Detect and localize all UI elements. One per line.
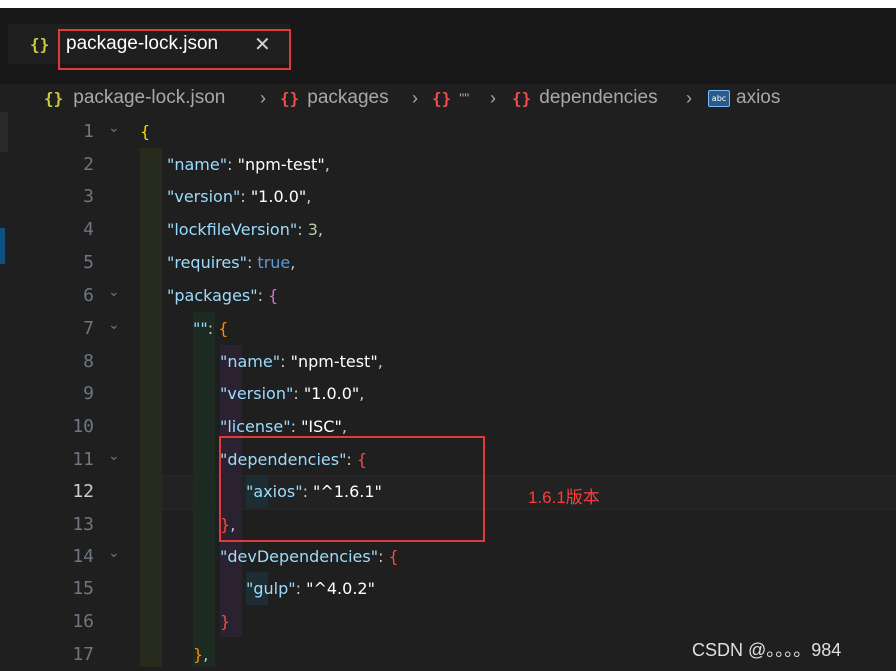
line-number: 10 (72, 416, 94, 437)
code-line-4[interactable]: "lockfileVersion": 3, (167, 213, 323, 246)
code-line-5[interactable]: "requires": true, (167, 246, 295, 279)
line-number: 11 (72, 449, 94, 470)
line-number: 12 (72, 481, 94, 502)
json-file-icon: {} (44, 88, 64, 108)
line-number: 5 (83, 252, 94, 273)
line-number: 9 (83, 383, 94, 404)
line-number: 8 (83, 351, 94, 372)
code-line-10[interactable]: "license": "ISC", (220, 410, 347, 443)
line-number: 15 (72, 578, 94, 599)
code-line-6[interactable]: "packages": { (167, 279, 278, 312)
line-number: 14 (72, 546, 94, 567)
breadcrumb-item-axios[interactable]: abc axios (708, 84, 780, 112)
json-file-icon: {} (30, 34, 50, 54)
string-icon: abc (708, 89, 730, 107)
breadcrumb-item-dependencies[interactable]: {} dependencies (512, 84, 658, 112)
code-line-15[interactable]: "gulp": "^4.0.2" (246, 572, 375, 605)
code-line-7[interactable]: "": { (193, 312, 228, 345)
indent-guide (193, 312, 215, 667)
object-icon: {} (432, 88, 452, 108)
version-annotation: 1.6.1版本 (528, 488, 600, 507)
code-line-11[interactable]: "dependencies": { (220, 443, 367, 476)
chevron-right-icon: › (686, 87, 692, 108)
line-number: 3 (83, 186, 94, 207)
close-icon[interactable]: ✕ (254, 24, 271, 64)
watermark: CSDN @。。。。984 (692, 640, 842, 660)
line-number: 16 (72, 611, 94, 632)
breadcrumb-item-empty-key[interactable]: {} "" (432, 84, 469, 112)
breadcrumb: {} package-lock.json › {} packages › {} … (0, 84, 896, 112)
breadcrumb-item-packages[interactable]: {} packages (280, 84, 389, 112)
window-top-strip (0, 0, 896, 8)
breadcrumb-label: packages (307, 87, 389, 108)
code-line-14[interactable]: "devDependencies": { (220, 540, 399, 573)
chevron-down-icon[interactable]: ⌄ (108, 276, 132, 309)
code-line-16[interactable]: } (220, 605, 230, 638)
line-number: 4 (83, 219, 94, 240)
scroll-marker (0, 112, 8, 152)
code-line-17[interactable]: }, (193, 638, 208, 671)
line-number: 1 (83, 121, 94, 142)
code-editor[interactable] (0, 112, 896, 667)
code-line-9[interactable]: "version": "1.0.0", (220, 377, 364, 410)
code-line-8[interactable]: "name": "npm-test", (220, 345, 383, 378)
chevron-down-icon[interactable]: ⌄ (108, 537, 132, 570)
scroll-marker (0, 228, 5, 264)
line-number: 6 (83, 285, 94, 306)
line-number: 17 (72, 644, 94, 665)
chevron-down-icon[interactable]: ⌄ (108, 112, 132, 145)
breadcrumb-item-file[interactable]: {} package-lock.json (44, 84, 225, 112)
code-line-2[interactable]: "name": "npm-test", (167, 148, 330, 181)
breadcrumb-label: package-lock.json (73, 87, 226, 108)
object-icon: {} (280, 88, 300, 108)
code-line-12[interactable]: "axios": "^1.6.1" (246, 475, 382, 508)
breadcrumb-label: "" (459, 90, 470, 106)
indent-guide (140, 148, 162, 667)
chevron-down-icon[interactable]: ⌄ (108, 440, 132, 473)
line-number: 2 (83, 154, 94, 175)
chevron-right-icon: › (490, 87, 496, 108)
code-line-1[interactable]: { (140, 115, 150, 148)
chevron-down-icon[interactable]: ⌄ (108, 309, 132, 342)
object-icon: {} (512, 88, 532, 108)
chevron-right-icon: › (260, 87, 266, 108)
line-number: 13 (72, 514, 94, 535)
tab-bar: {} package-lock.json ✕ (0, 8, 896, 84)
code-line-3[interactable]: "version": "1.0.0", (167, 180, 311, 213)
code-line-13[interactable]: }, (220, 508, 235, 541)
breadcrumb-label: dependencies (539, 87, 658, 108)
line-number: 7 (83, 318, 94, 339)
breadcrumb-label: axios (736, 87, 781, 108)
tab-label[interactable]: package-lock.json (66, 24, 218, 64)
chevron-right-icon: › (412, 87, 418, 108)
